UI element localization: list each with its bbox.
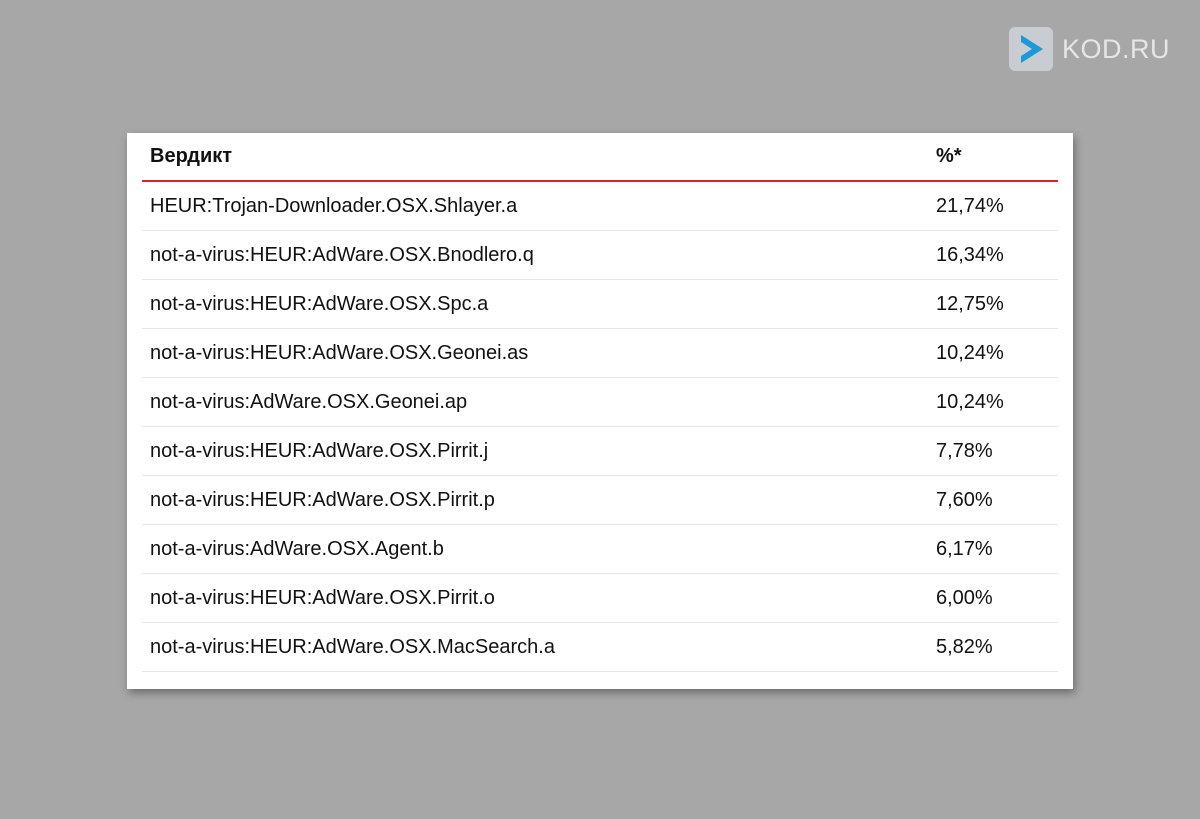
- table-row: not-a-virus:HEUR:AdWare.OSX.MacSearch.a …: [142, 622, 1058, 672]
- table-header-row: Вердикт %*: [142, 133, 1058, 182]
- verdict-cell: not-a-virus:HEUR:AdWare.OSX.Bnodlero.q: [142, 230, 928, 280]
- site-logo[interactable]: KOD.RU: [1009, 27, 1170, 71]
- verdict-table-card: Вердикт %* HEUR:Trojan-Downloader.OSX.Sh…: [127, 133, 1073, 689]
- percent-cell: 12,75%: [928, 279, 1058, 329]
- percent-cell: 10,24%: [928, 328, 1058, 378]
- table-row: not-a-virus:HEUR:AdWare.OSX.Spc.a 12,75%: [142, 279, 1058, 329]
- verdict-table: Вердикт %* HEUR:Trojan-Downloader.OSX.Sh…: [142, 133, 1058, 672]
- table-row: HEUR:Trojan-Downloader.OSX.Shlayer.a 21,…: [142, 181, 1058, 231]
- verdict-cell: not-a-virus:AdWare.OSX.Agent.b: [142, 524, 928, 574]
- verdict-cell: not-a-virus:HEUR:AdWare.OSX.Pirrit.p: [142, 475, 928, 525]
- column-header-verdict: Вердикт: [142, 133, 928, 182]
- verdict-cell: not-a-virus:HEUR:AdWare.OSX.Geonei.as: [142, 328, 928, 378]
- percent-cell: 5,82%: [928, 622, 1058, 672]
- table-row: not-a-virus:AdWare.OSX.Agent.b 6,17%: [142, 524, 1058, 574]
- verdict-cell: not-a-virus:AdWare.OSX.Geonei.ap: [142, 377, 928, 427]
- column-header-percent: %*: [928, 133, 1058, 182]
- table-row: not-a-virus:HEUR:AdWare.OSX.Pirrit.o 6,0…: [142, 573, 1058, 623]
- verdict-cell: not-a-virus:HEUR:AdWare.OSX.Pirrit.j: [142, 426, 928, 476]
- percent-cell: 6,00%: [928, 573, 1058, 623]
- percent-cell: 21,74%: [928, 181, 1058, 231]
- table-row: not-a-virus:HEUR:AdWare.OSX.Pirrit.p 7,6…: [142, 475, 1058, 525]
- verdict-cell: not-a-virus:HEUR:AdWare.OSX.MacSearch.a: [142, 622, 928, 672]
- verdict-cell: not-a-virus:HEUR:AdWare.OSX.Pirrit.o: [142, 573, 928, 623]
- table-row: not-a-virus:HEUR:AdWare.OSX.Pirrit.j 7,7…: [142, 426, 1058, 476]
- table-row: not-a-virus:HEUR:AdWare.OSX.Geonei.as 10…: [142, 328, 1058, 378]
- table-row: not-a-virus:HEUR:AdWare.OSX.Bnodlero.q 1…: [142, 230, 1058, 280]
- verdict-cell: not-a-virus:HEUR:AdWare.OSX.Spc.a: [142, 279, 928, 329]
- kod-play-arrow-icon: [1009, 27, 1053, 71]
- verdict-cell: HEUR:Trojan-Downloader.OSX.Shlayer.a: [142, 181, 928, 231]
- percent-cell: 7,60%: [928, 475, 1058, 525]
- percent-cell: 6,17%: [928, 524, 1058, 574]
- percent-cell: 16,34%: [928, 230, 1058, 280]
- percent-cell: 10,24%: [928, 377, 1058, 427]
- percent-cell: 7,78%: [928, 426, 1058, 476]
- table-row: not-a-virus:AdWare.OSX.Geonei.ap 10,24%: [142, 377, 1058, 427]
- logo-text: KOD.RU: [1062, 33, 1171, 64]
